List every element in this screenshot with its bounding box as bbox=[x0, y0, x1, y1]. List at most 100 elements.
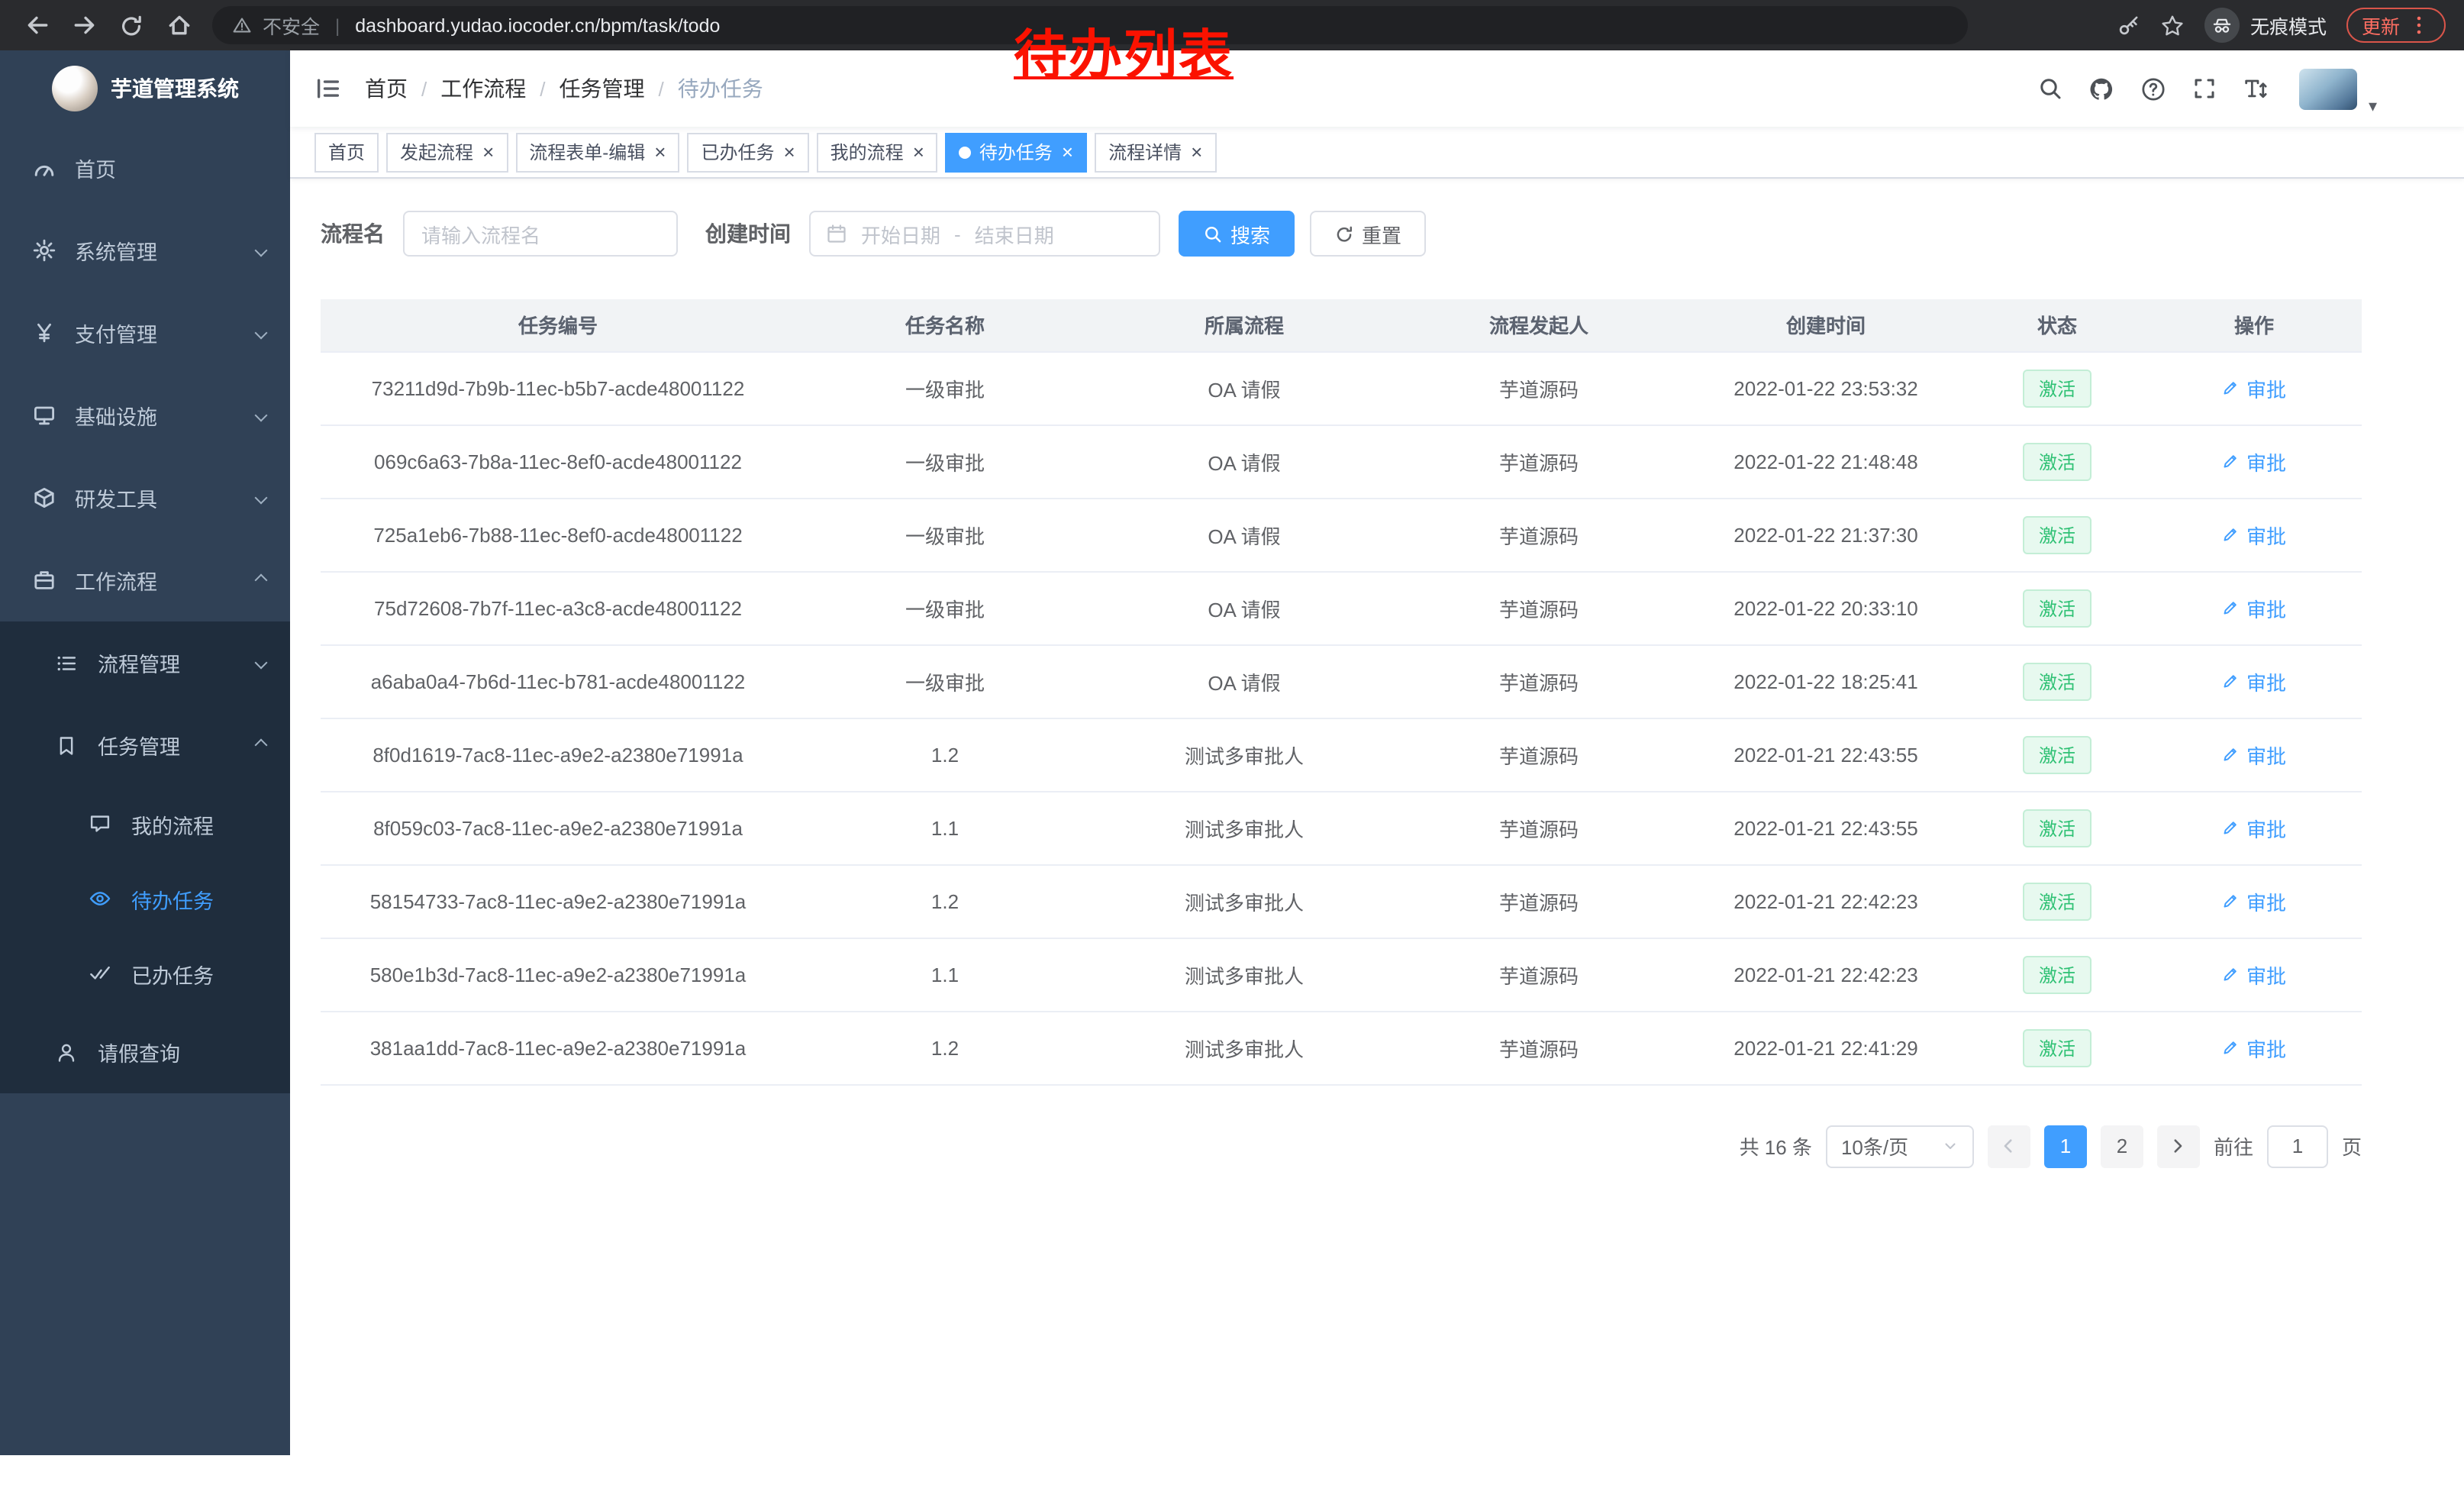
leave-query-icon bbox=[53, 1039, 79, 1065]
breadcrumb-item[interactable]: 工作流程 bbox=[440, 73, 526, 104]
sidebar-item-11[interactable]: 请假查询 bbox=[0, 1011, 290, 1093]
close-icon[interactable]: × bbox=[482, 142, 494, 162]
approve-link[interactable]: 审批 bbox=[2222, 593, 2286, 622]
tags-bar: 首页发起流程×流程表单-编辑×已办任务×我的流程×待办任务×流程详情× bbox=[290, 127, 2464, 179]
cell-created: 2022-01-22 21:37:30 bbox=[1684, 498, 1968, 571]
close-icon[interactable]: × bbox=[654, 142, 666, 162]
cell-task-name: 一级审批 bbox=[795, 351, 1095, 424]
user-avatar[interactable]: ▾ bbox=[2299, 68, 2357, 109]
cell-task-id: 58154733-7ac8-11ec-a9e2-a2380e71991a bbox=[321, 864, 795, 938]
approve-link[interactable]: 审批 bbox=[2222, 886, 2286, 915]
sidebar-item-5[interactable]: 工作流程 bbox=[0, 539, 290, 621]
font-size-icon[interactable] bbox=[2243, 76, 2269, 102]
page-size-select[interactable]: 10条/页 bbox=[1826, 1125, 1974, 1167]
content: 流程名 请输入流程名 创建时间 开始日期 - 结束日期 bbox=[290, 179, 2464, 1198]
logo[interactable]: 芋道管理系统 bbox=[0, 50, 290, 127]
breadcrumb-item[interactable]: 任务管理 bbox=[560, 73, 645, 104]
approve-link[interactable]: 审批 bbox=[2222, 667, 2286, 696]
sidebar-item-label: 系统管理 bbox=[75, 235, 256, 266]
cell-task-id: 580e1b3d-7ac8-11ec-a9e2-a2380e71991a bbox=[321, 938, 795, 1011]
hamburger-icon[interactable] bbox=[314, 75, 342, 102]
date-range-picker[interactable]: 开始日期 - 结束日期 bbox=[809, 211, 1160, 257]
tab-4[interactable]: 我的流程× bbox=[817, 132, 938, 172]
back-icon[interactable] bbox=[18, 7, 55, 44]
approve-label: 审批 bbox=[2246, 813, 2286, 842]
sidebar-item-9[interactable]: 待办任务 bbox=[0, 861, 290, 936]
reload-icon[interactable] bbox=[113, 7, 150, 44]
cell-task-name: 一级审批 bbox=[795, 424, 1095, 498]
incognito-icon bbox=[2204, 8, 2240, 43]
cell-task-id: 069c6a63-7b8a-11ec-8ef0-acde48001122 bbox=[321, 424, 795, 498]
reset-button-label: 重置 bbox=[1362, 219, 1401, 248]
close-icon[interactable]: × bbox=[1191, 142, 1202, 162]
approve-link[interactable]: 审批 bbox=[2222, 740, 2286, 769]
search-button[interactable]: 搜索 bbox=[1179, 211, 1295, 257]
tab-6[interactable]: 流程详情× bbox=[1095, 132, 1216, 172]
chevron-down-icon bbox=[255, 657, 268, 670]
sidebar-item-0[interactable]: 首页 bbox=[0, 127, 290, 209]
sidebar-item-3[interactable]: 基础设施 bbox=[0, 374, 290, 457]
table-row: 8f0d1619-7ac8-11ec-a9e2-a2380e71991a1.2测… bbox=[321, 718, 2362, 791]
status-badge: 激活 bbox=[2024, 955, 2091, 993]
github-icon[interactable] bbox=[2088, 76, 2114, 102]
cell-task-name: 一级审批 bbox=[795, 498, 1095, 571]
approve-link[interactable]: 审批 bbox=[2222, 520, 2286, 549]
cell-process: OA 请假 bbox=[1095, 571, 1394, 644]
sidebar-item-label: 待办任务 bbox=[131, 883, 266, 914]
search-icon[interactable] bbox=[2038, 76, 2062, 101]
sidebar-item-7[interactable]: 任务管理 bbox=[0, 704, 290, 786]
cell-action: 审批 bbox=[2146, 938, 2362, 1011]
close-icon[interactable]: × bbox=[783, 142, 795, 162]
edit-icon bbox=[2222, 965, 2240, 983]
tab-3[interactable]: 已办任务× bbox=[687, 132, 808, 172]
table-row: 069c6a63-7b8a-11ec-8ef0-acde48001122一级审批… bbox=[321, 424, 2362, 498]
key-icon[interactable] bbox=[2117, 14, 2140, 37]
approve-link[interactable]: 审批 bbox=[2222, 447, 2286, 476]
cell-initiator: 芋道源码 bbox=[1394, 791, 1684, 864]
close-icon[interactable]: × bbox=[913, 142, 924, 162]
sidebar-item-10[interactable]: 已办任务 bbox=[0, 936, 290, 1011]
done-icon bbox=[87, 960, 113, 986]
page-button-1[interactable]: 1 bbox=[2044, 1125, 2087, 1167]
todo-icon bbox=[87, 886, 113, 912]
approve-link[interactable]: 审批 bbox=[2222, 373, 2286, 402]
status-badge: 激活 bbox=[2024, 809, 2091, 847]
approve-link[interactable]: 审批 bbox=[2222, 1033, 2286, 1062]
cell-process: 测试多审批人 bbox=[1095, 864, 1394, 938]
my-process-icon bbox=[87, 811, 113, 837]
cell-action: 审批 bbox=[2146, 718, 2362, 791]
cell-process: 测试多审批人 bbox=[1095, 1011, 1394, 1084]
tab-2[interactable]: 流程表单-编辑× bbox=[515, 132, 679, 172]
refresh-icon bbox=[1334, 224, 1354, 244]
tab-5[interactable]: 待办任务× bbox=[946, 132, 1087, 172]
sidebar-item-6[interactable]: 流程管理 bbox=[0, 621, 290, 704]
tab-0[interactable]: 首页 bbox=[314, 132, 379, 172]
approve-link[interactable]: 审批 bbox=[2222, 960, 2286, 989]
breadcrumb-item[interactable]: 首页 bbox=[365, 73, 408, 104]
star-icon[interactable] bbox=[2160, 13, 2185, 37]
next-page-button[interactable] bbox=[2157, 1125, 2200, 1167]
reset-button[interactable]: 重置 bbox=[1310, 211, 1426, 257]
cell-action: 审批 bbox=[2146, 644, 2362, 718]
tab-1[interactable]: 发起流程× bbox=[386, 132, 508, 172]
cell-action: 审批 bbox=[2146, 1011, 2362, 1084]
sidebar-item-4[interactable]: 研发工具 bbox=[0, 457, 290, 539]
column-header: 任务编号 bbox=[321, 299, 795, 351]
close-icon[interactable]: × bbox=[1062, 142, 1073, 162]
fullscreen-icon[interactable] bbox=[2192, 76, 2217, 101]
sidebar-item-8[interactable]: 我的流程 bbox=[0, 786, 290, 861]
prev-page-button[interactable] bbox=[1988, 1125, 2030, 1167]
sidebar: 芋道管理系统 首页系统管理支付管理基础设施研发工具工作流程流程管理任务管理我的流… bbox=[0, 50, 290, 1455]
update-button[interactable]: 更新 bbox=[2346, 8, 2446, 43]
cell-task-name: 一级审批 bbox=[795, 644, 1095, 718]
sidebar-item-1[interactable]: 系统管理 bbox=[0, 209, 290, 292]
kebab-menu-icon[interactable] bbox=[2408, 14, 2430, 37]
page-button-2[interactable]: 2 bbox=[2101, 1125, 2143, 1167]
help-icon[interactable] bbox=[2140, 76, 2166, 102]
process-name-input[interactable]: 请输入流程名 bbox=[403, 211, 678, 257]
sidebar-item-2[interactable]: 支付管理 bbox=[0, 292, 290, 374]
goto-page-input[interactable]: 1 bbox=[2267, 1125, 2328, 1167]
forward-icon[interactable] bbox=[66, 7, 102, 44]
home-icon[interactable] bbox=[160, 7, 197, 44]
approve-link[interactable]: 审批 bbox=[2222, 813, 2286, 842]
